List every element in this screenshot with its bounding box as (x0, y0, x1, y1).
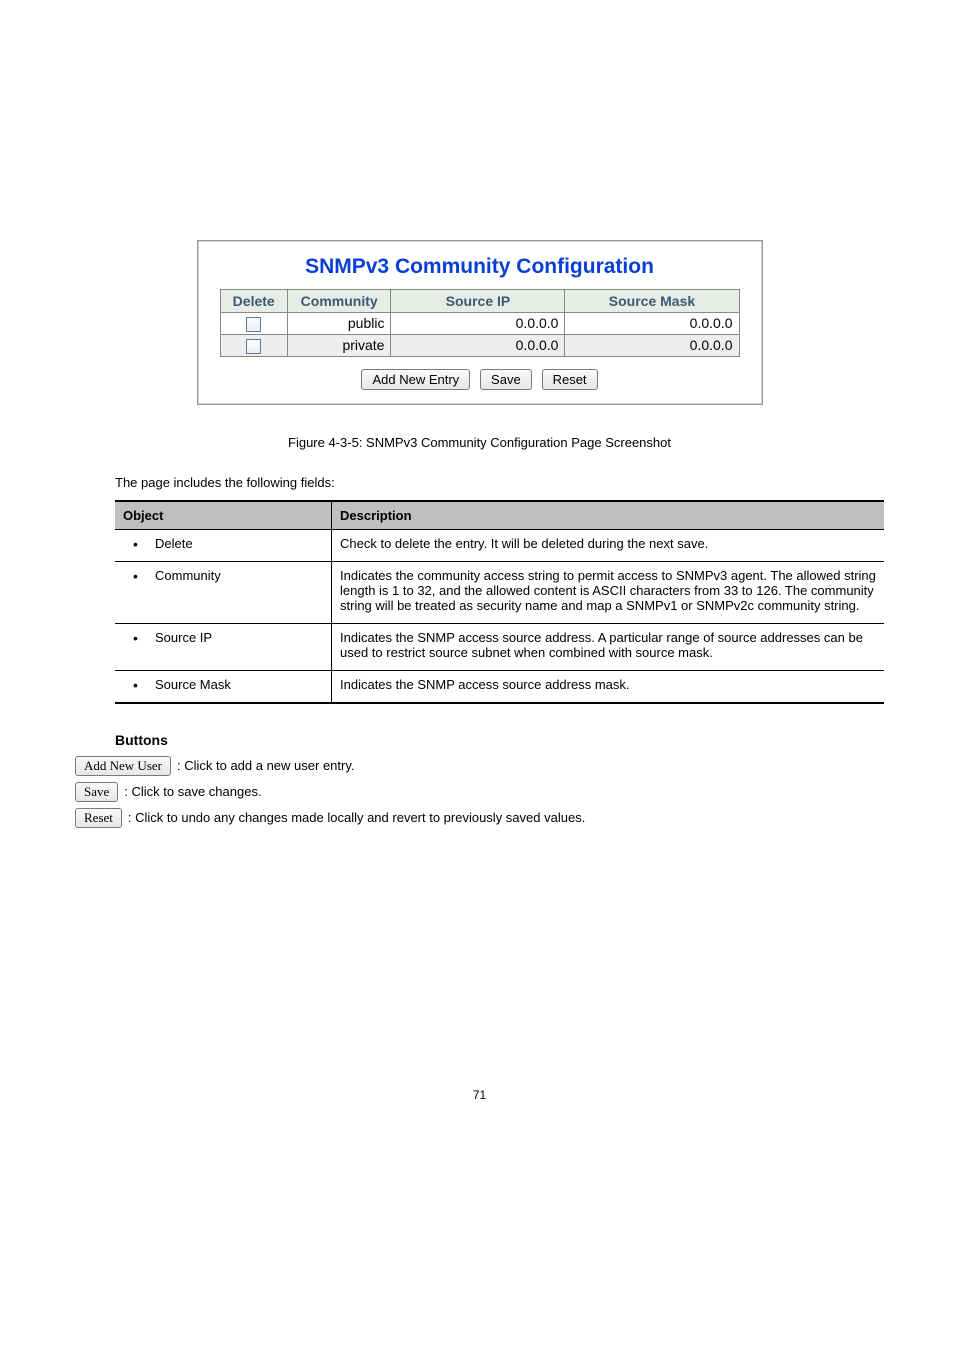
header-source-mask: Source Mask (565, 290, 739, 313)
header-delete: Delete (220, 290, 287, 313)
object-name: Source Mask (123, 677, 323, 692)
object-description: Indicates the community access string to… (332, 561, 885, 623)
reset-button[interactable]: Reset (542, 369, 598, 390)
cell-source-mask: 0.0.0.0 (565, 334, 739, 356)
table-row: private 0.0.0.0 0.0.0.0 (220, 334, 739, 356)
button-description: : Click to add a new user entry. (177, 758, 355, 773)
object-name: Community (123, 568, 323, 583)
cell-community: public (287, 313, 391, 335)
table-row: Delete Check to delete the entry. It wil… (115, 529, 884, 561)
save-button[interactable]: Save (480, 369, 532, 390)
fields-table: Object Description Delete Check to delet… (115, 500, 884, 704)
object-description: Check to delete the entry. It will be de… (332, 529, 885, 561)
button-description: : Click to undo any changes made locally… (128, 810, 585, 825)
button-description-row: Save : Click to save changes. (75, 782, 884, 802)
button-description-row: Reset : Click to undo any changes made l… (75, 808, 884, 828)
buttons-heading: Buttons (115, 732, 884, 748)
add-new-entry-button[interactable]: Add New Entry (361, 369, 470, 390)
object-name: Delete (123, 536, 323, 551)
col-header-description: Description (332, 501, 885, 530)
button-description: : Click to save changes. (124, 784, 261, 799)
figure-caption: Figure 4-3-5: SNMPv3 Community Configura… (75, 435, 884, 450)
header-community: Community (287, 290, 391, 313)
object-name: Source IP (123, 630, 323, 645)
table-row: public 0.0.0.0 0.0.0.0 (220, 313, 739, 335)
table-row: Source Mask Indicates the SNMP access so… (115, 670, 884, 703)
reset-button[interactable]: Reset (75, 808, 122, 828)
button-description-row: Add New User : Click to add a new user e… (75, 756, 884, 776)
object-description: Indicates the SNMP access source address… (332, 670, 885, 703)
object-description: Indicates the SNMP access source address… (332, 623, 885, 670)
delete-checkbox[interactable] (246, 339, 261, 354)
table-row: Community Indicates the community access… (115, 561, 884, 623)
cell-community: private (287, 334, 391, 356)
config-table: Delete Community Source IP Source Mask p… (220, 289, 740, 357)
table-intro: The page includes the following fields: (115, 475, 884, 490)
figure-title: SNMPv3 Community Configuration (220, 255, 740, 279)
save-button[interactable]: Save (75, 782, 118, 802)
page-number: 71 (75, 1088, 884, 1102)
cell-source-ip: 0.0.0.0 (391, 313, 565, 335)
cell-source-ip: 0.0.0.0 (391, 334, 565, 356)
table-row: Source IP Indicates the SNMP access sour… (115, 623, 884, 670)
add-new-user-button[interactable]: Add New User (75, 756, 171, 776)
col-header-object: Object (115, 501, 332, 530)
cell-source-mask: 0.0.0.0 (565, 313, 739, 335)
delete-checkbox[interactable] (246, 317, 261, 332)
snmp-config-screenshot: SNMPv3 Community Configuration Delete Co… (197, 240, 763, 405)
header-source-ip: Source IP (391, 290, 565, 313)
